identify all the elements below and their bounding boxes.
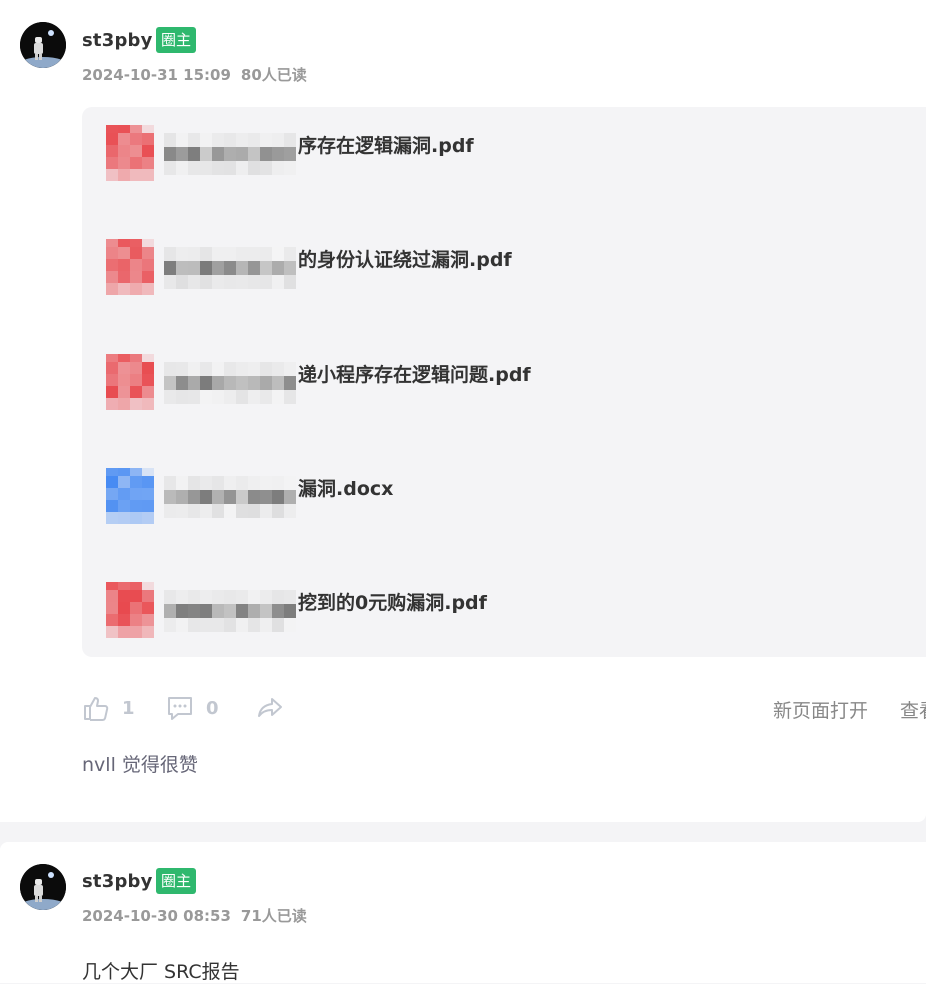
attachment-item[interactable]: 递小程序存在逻辑问题.pdf [82,336,926,428]
thumbs-up-icon [84,697,109,721]
liked-by-text: nvll 觉得很赞 [82,754,198,776]
view-detail-link[interactable]: 查看 [900,696,926,723]
pdf-file-icon [106,582,154,638]
post-text: 几个大厂 SRC报告 [82,961,240,983]
comment-button[interactable]: 0 [166,690,219,726]
blurred-filename-prefix [164,476,296,518]
astronaut-avatar-icon [20,864,66,910]
pdf-file-icon [106,239,154,295]
author-name[interactable]: st3pby [82,871,153,892]
post-card: st3pby 圈主 2024-10-31 15:09 80人已读 序存在逻辑漏洞.… [0,0,926,822]
author-avatar[interactable] [20,22,66,68]
owner-badge: 圈主 [156,868,197,894]
pdf-file-icon [106,354,154,410]
post-meta: 2024-10-31 15:09 80人已读 [82,64,307,85]
comment-icon [168,697,192,720]
post-actions: 1 0 新页面打开 查看 [82,690,926,726]
like-count: 1 [122,697,135,719]
attachment-name[interactable]: 递小程序存在逻辑问题.pdf [298,360,531,387]
attachment-item[interactable]: 序存在逻辑漏洞.pdf [82,107,926,199]
attachment-name[interactable]: 的身份认证绕过漏洞.pdf [298,245,512,272]
docx-file-icon [106,468,154,524]
post-date: 2024-10-31 15:09 [82,66,231,84]
open-new-page-link[interactable]: 新页面打开 [773,696,868,723]
read-count: 80人已读 [240,66,307,84]
share-button[interactable] [256,690,284,726]
attachment-name[interactable]: 漏洞.docx [298,474,393,501]
blurred-filename-prefix [164,133,296,175]
share-icon [258,698,282,717]
post-meta: 2024-10-30 08:53 71人已读 [82,905,307,926]
attachment-item[interactable]: 的身份认证绕过漏洞.pdf [82,221,926,313]
like-button[interactable]: 1 [82,690,135,726]
attachment-name[interactable]: 序存在逻辑漏洞.pdf [298,131,474,158]
owner-badge: 圈主 [156,27,197,53]
attachment-name[interactable]: 挖到的0元购漏洞.pdf [298,588,487,615]
attachment-item[interactable]: 挖到的0元购漏洞.pdf [82,564,926,656]
astronaut-avatar-icon [20,22,66,68]
pdf-file-icon [106,125,154,181]
author-avatar[interactable] [20,864,66,910]
attachment-list: 序存在逻辑漏洞.pdf 的身份认证绕过漏洞.pdf 递小程序存在逻辑问题.pdf… [82,107,926,657]
blurred-filename-prefix [164,247,296,289]
read-count: 71人已读 [240,907,307,925]
blurred-filename-prefix [164,362,296,404]
blurred-filename-prefix [164,590,296,632]
author-name[interactable]: st3pby [82,30,153,51]
attachment-item[interactable]: 漏洞.docx [82,450,926,542]
comment-count: 0 [206,697,219,719]
post-date: 2024-10-30 08:53 [82,907,231,925]
